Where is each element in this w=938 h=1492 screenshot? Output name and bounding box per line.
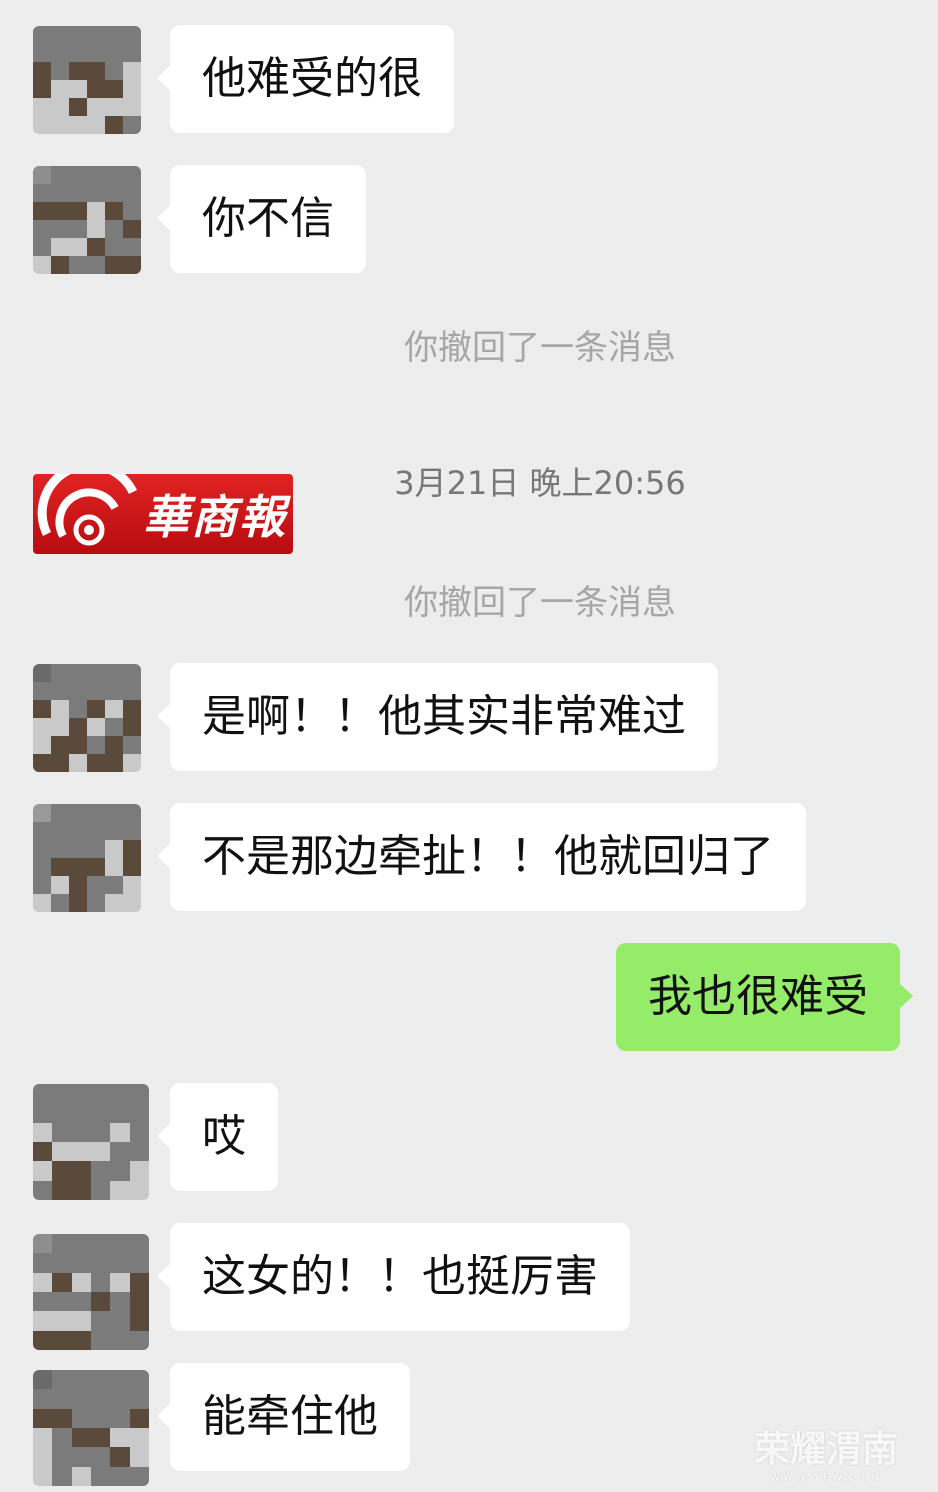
message-bubble-incoming[interactable]: 你不信 (157, 165, 366, 273)
message-bubble-incoming[interactable]: 这女的！！也挺厉害 (157, 1223, 630, 1331)
contact-avatar[interactable] (33, 1370, 149, 1486)
watermark-text: 荣耀渭南 (753, 1429, 898, 1470)
timestamp: 3月21日 晚上20:56 (394, 464, 686, 502)
watermark: 荣耀渭南 WWW.YEWN.CN (754, 1420, 898, 1483)
message-bubble-incoming[interactable]: 不是那边牵扯！！他就回归了 (157, 803, 806, 911)
contact-avatar[interactable] (33, 804, 141, 912)
watermark-sub: WWW.YEWN.CN (769, 1472, 883, 1483)
contact-avatar[interactable] (33, 26, 141, 134)
contact-avatar[interactable] (33, 166, 141, 274)
message-bubble-incoming[interactable]: 他难受的很 (157, 25, 454, 133)
contact-avatar[interactable] (33, 1084, 149, 1200)
contact-avatar[interactable] (33, 1234, 149, 1350)
message-bubble-incoming[interactable]: 哎 (157, 1083, 278, 1191)
message-bubble-incoming[interactable]: 能牵住他 (157, 1363, 410, 1471)
recall-notice: 你撤回了一条消息 (404, 328, 676, 368)
message-bubble-outgoing[interactable]: 我也很难受 (616, 943, 913, 1051)
contact-avatar[interactable] (33, 664, 141, 772)
recall-notice: 你撤回了一条消息 (404, 583, 676, 623)
message-bubble-incoming[interactable]: 是啊！！他其实非常难过 (157, 663, 718, 771)
